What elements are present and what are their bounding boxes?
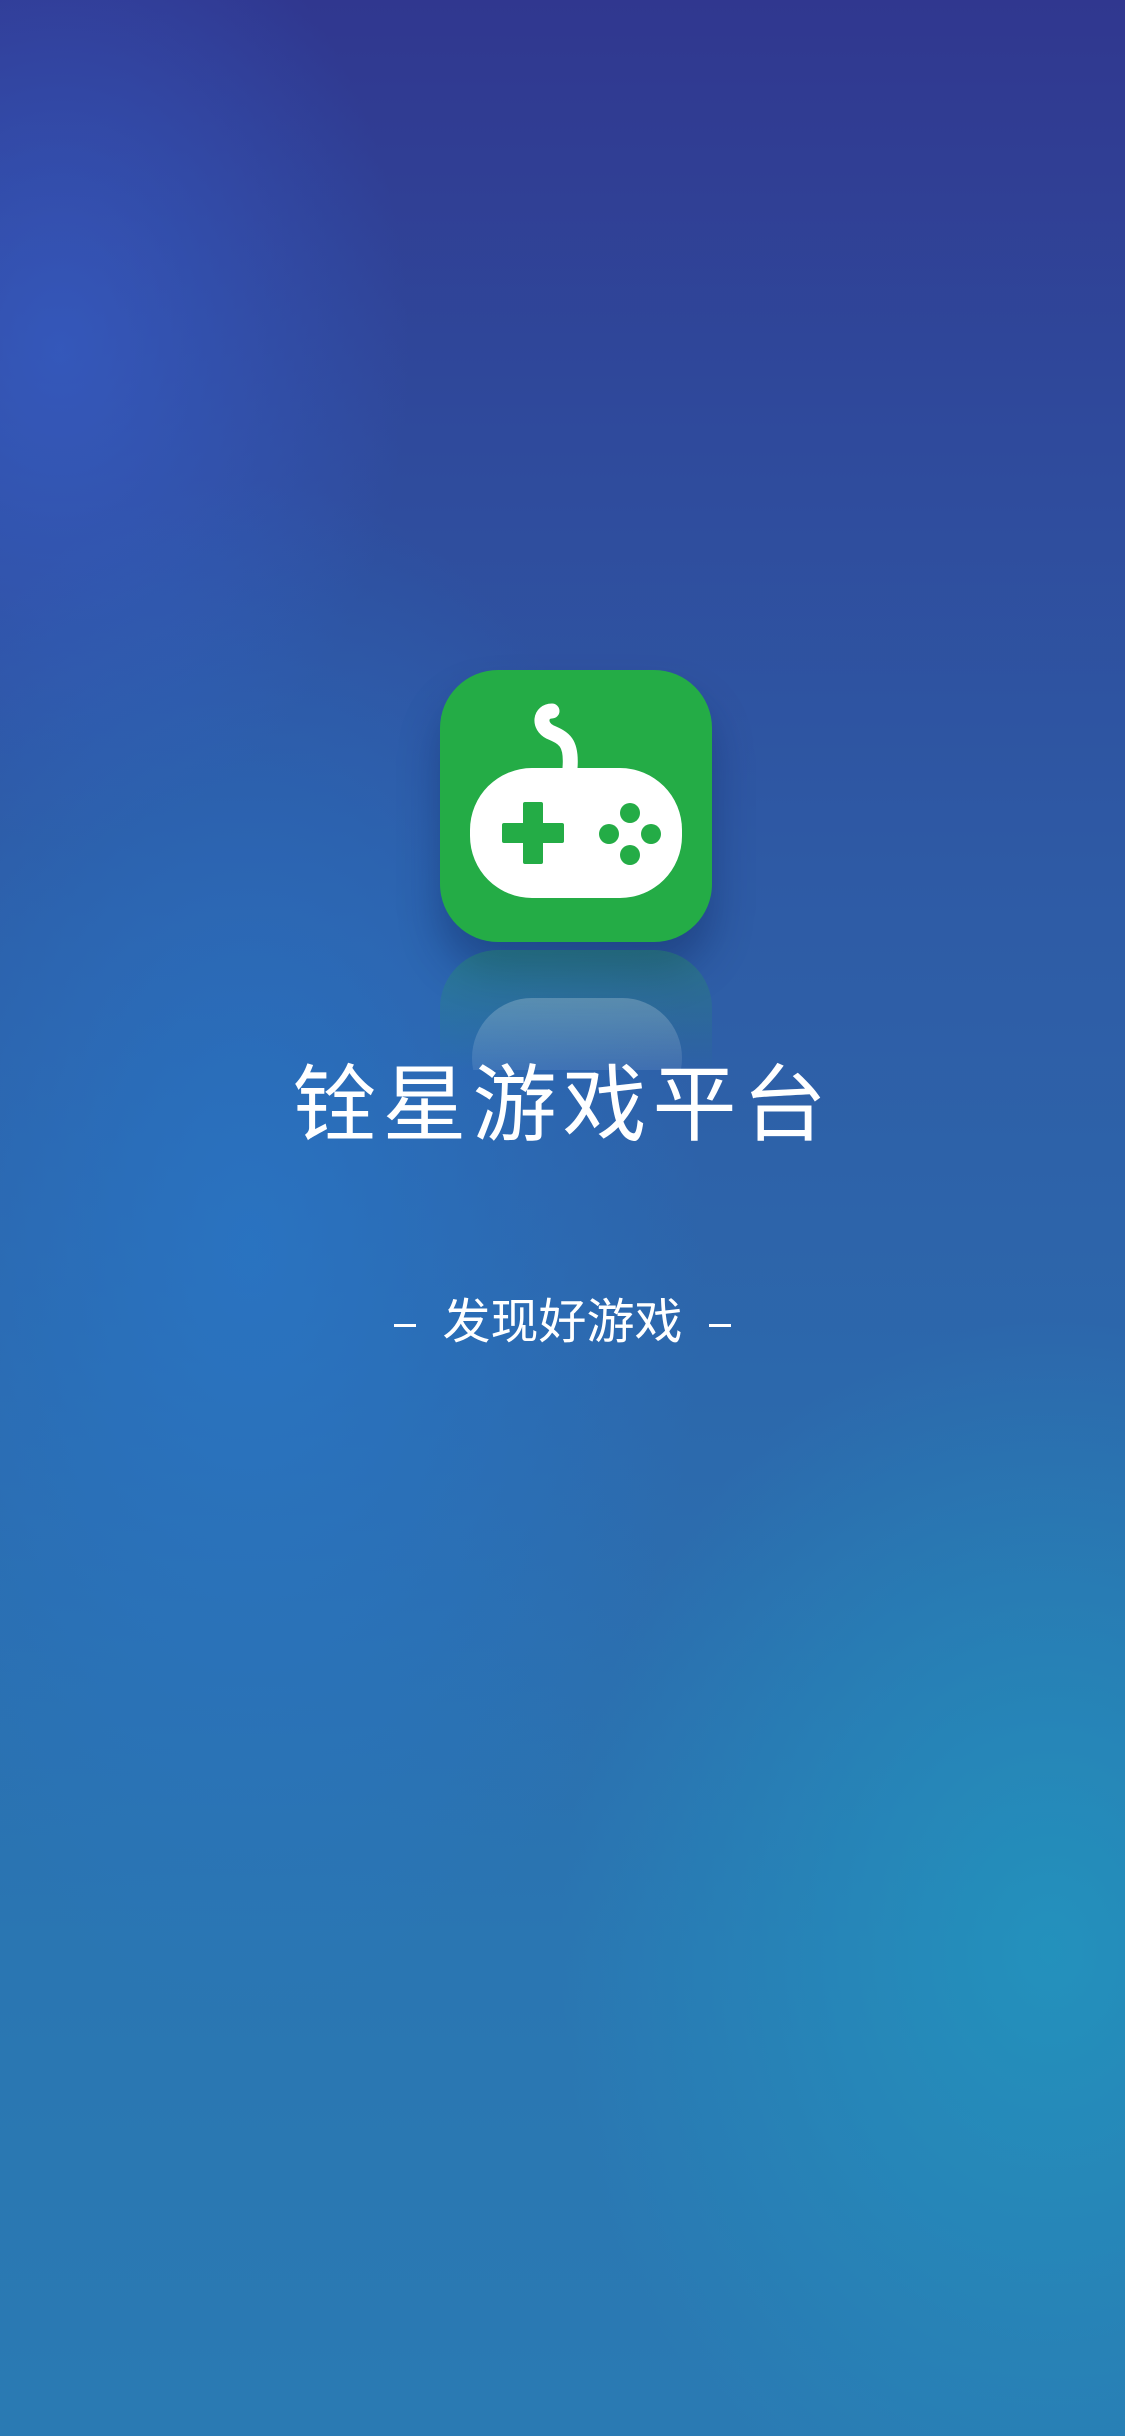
slogan-dash-left	[394, 1323, 417, 1327]
app-name: 铨星游戏平台	[292, 1056, 833, 1154]
splash-screen: 铨星游戏平台 发现好游戏	[0, 0, 1125, 2436]
app-logo	[440, 670, 712, 942]
slogan-dash-right	[708, 1323, 731, 1327]
gamepad-icon	[470, 703, 682, 898]
slogan: 发现好游戏	[0, 1282, 1125, 1352]
slogan-text: 发现好游戏	[442, 1294, 683, 1350]
